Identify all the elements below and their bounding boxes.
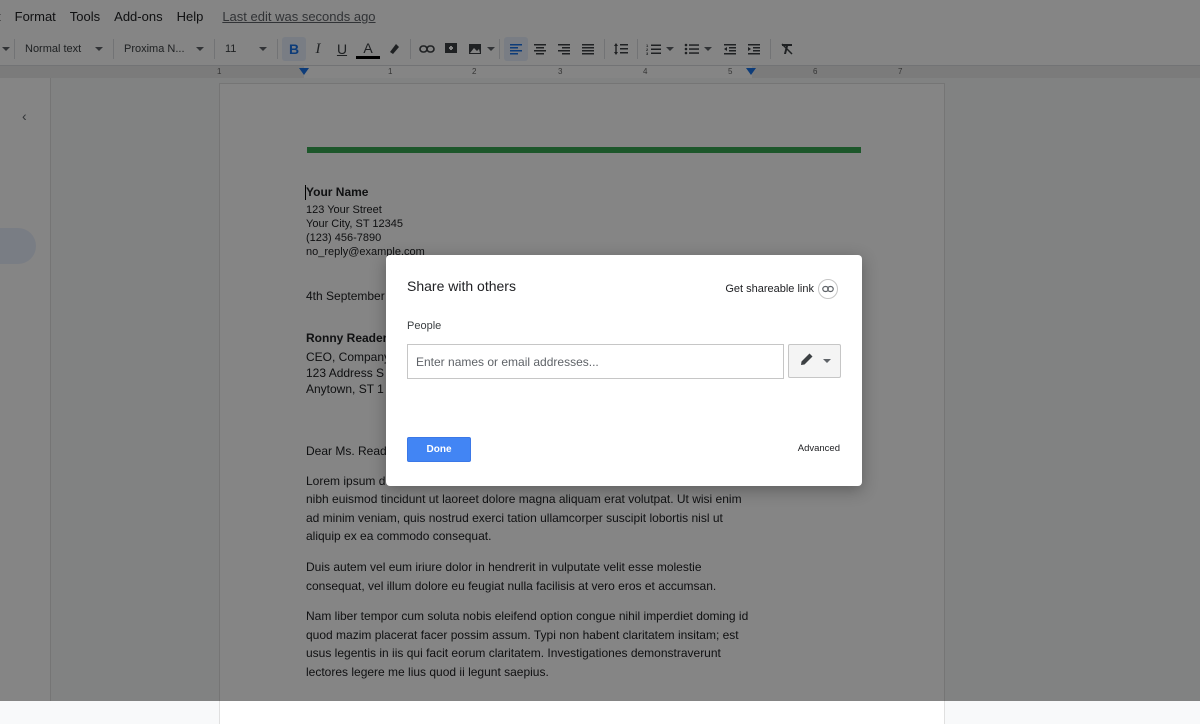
share-dialog: Share with others Get shareable link Peo… [386,255,862,486]
get-shareable-link-button[interactable]: Get shareable link [725,279,838,299]
get-shareable-link-label: Get shareable link [725,283,814,295]
pencil-icon [799,351,815,372]
dialog-title: Share with others [407,278,516,294]
permission-dropdown[interactable] [788,344,841,378]
people-input[interactable] [407,344,784,379]
people-label: People [407,320,442,332]
link-icon [818,279,838,299]
done-button[interactable]: Done [407,437,471,462]
caret-down-icon [822,359,831,363]
advanced-link[interactable]: Advanced [798,443,840,454]
